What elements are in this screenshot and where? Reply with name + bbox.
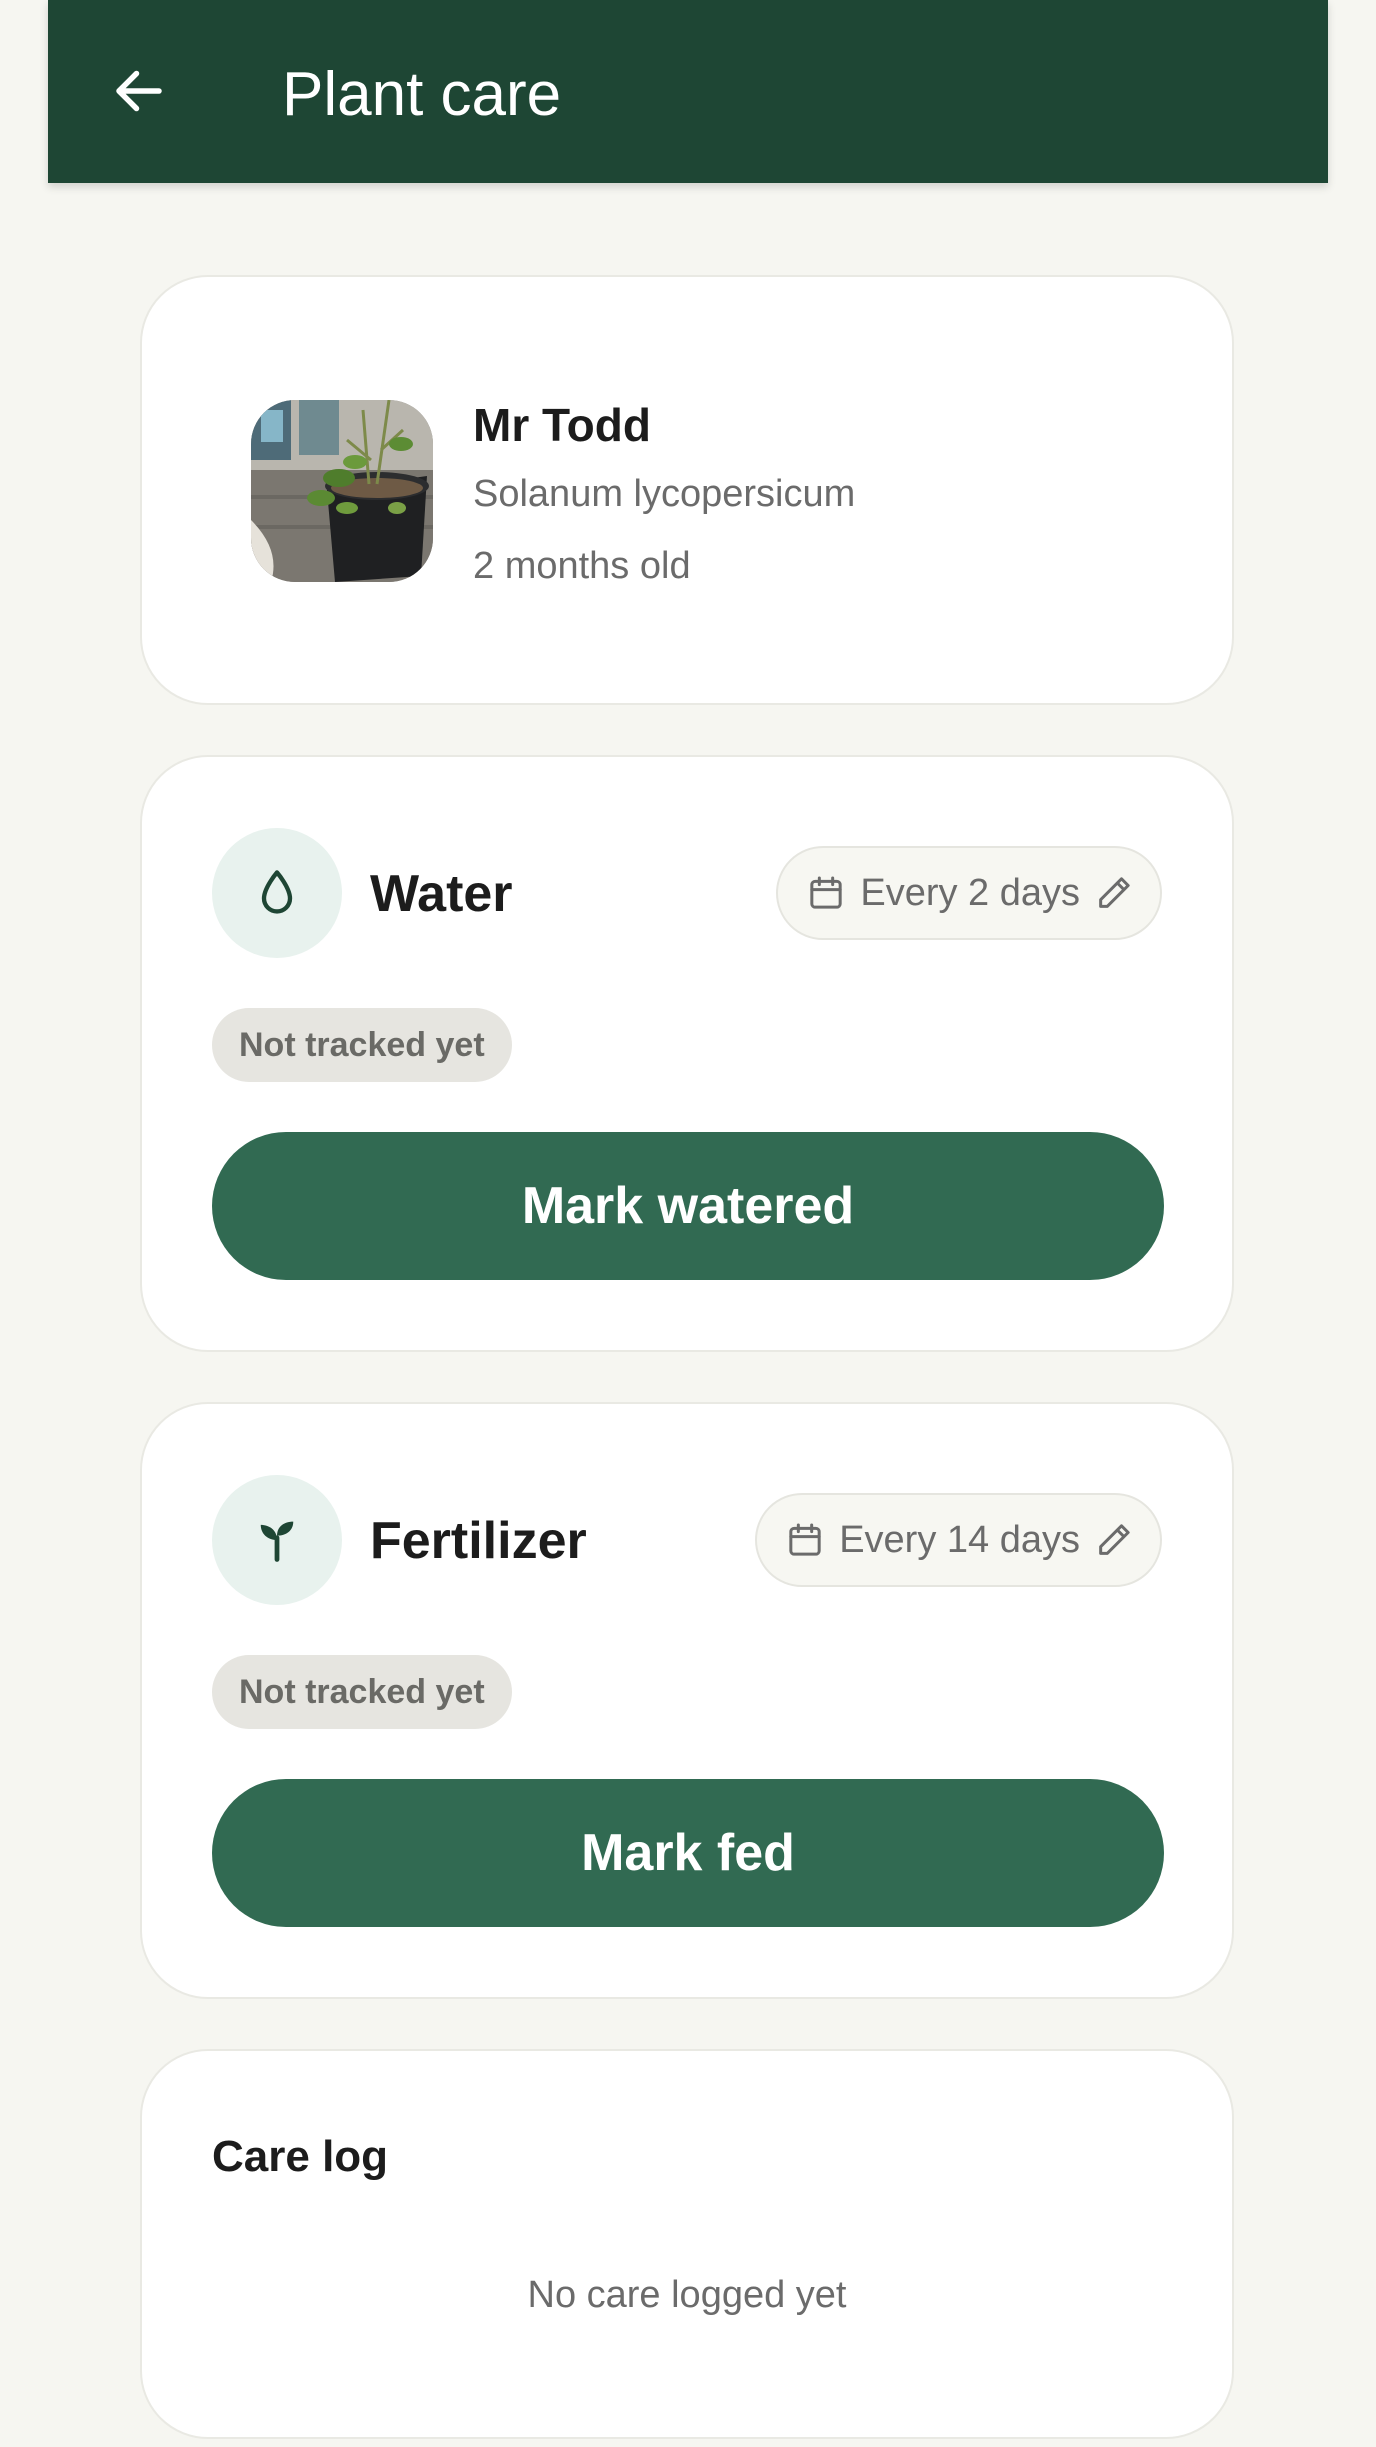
page-title: Plant care <box>282 60 562 129</box>
care-log-card: Care log No care logged yet <box>140 2049 1234 2439</box>
pencil-icon <box>1099 1524 1130 1555</box>
mark-watered-button[interactable]: Mark watered <box>212 1132 1164 1280</box>
water-task-card: Water Every 2 days Not tracked yet Mark … <box>140 755 1234 1352</box>
sprout-icon <box>260 1521 294 1562</box>
care-log-title: Care log <box>212 2132 389 2181</box>
water-drop-icon <box>261 870 293 914</box>
water-icon-circle <box>212 828 342 958</box>
fertilizer-title: Fertilizer <box>370 1512 587 1570</box>
fertilizer-schedule-chip[interactable]: Every 14 days <box>755 1493 1162 1587</box>
care-log-empty-text: No care logged yet <box>527 2274 847 2316</box>
plant-name: Mr Todd <box>473 399 651 451</box>
calendar-icon <box>810 876 843 909</box>
calendar-icon <box>789 1523 821 1556</box>
water-title: Water <box>370 865 513 923</box>
plant-photo <box>251 400 433 582</box>
plant-species: Solanum lycopersicum <box>473 473 856 515</box>
plant-info-card: Mr Todd Solanum lycopersicum 2 months ol… <box>140 275 1234 705</box>
pencil-icon <box>1099 877 1130 908</box>
mark-fed-button[interactable]: Mark fed <box>212 1779 1164 1927</box>
water-status-badge: Not tracked yet <box>212 1008 512 1082</box>
arrow-left-icon <box>116 70 162 112</box>
fertilizer-schedule-text: Every 14 days <box>839 1519 1080 1561</box>
plant-age: 2 months old <box>473 545 691 587</box>
fertilizer-task-card: Fertilizer Every 14 days Not tracked yet… <box>140 1402 1234 1999</box>
app-bar: Plant care <box>48 0 1328 183</box>
water-schedule-text: Every 2 days <box>860 872 1080 914</box>
water-schedule-chip[interactable]: Every 2 days <box>776 846 1162 940</box>
fertilizer-icon-circle <box>212 1475 342 1605</box>
fertilizer-status-badge: Not tracked yet <box>212 1655 512 1729</box>
back-button[interactable] <box>104 56 174 126</box>
